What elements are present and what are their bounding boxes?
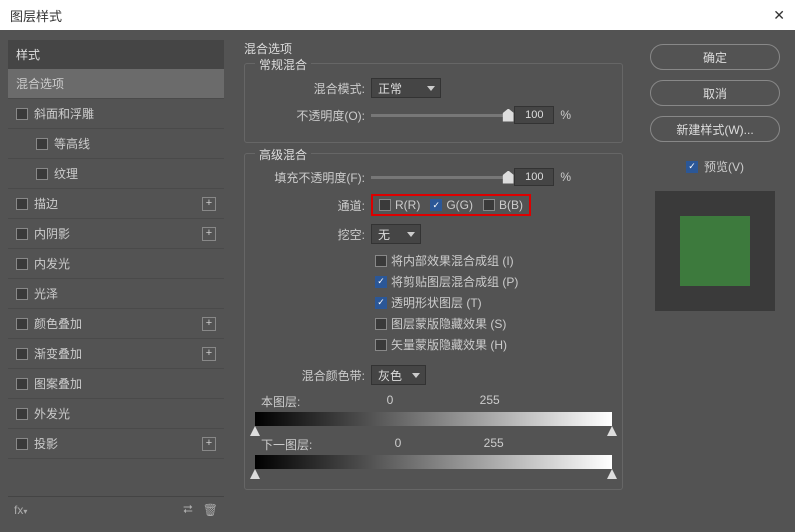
style-checkbox[interactable]: [16, 378, 28, 390]
style-checkbox[interactable]: [16, 198, 28, 210]
new-style-button[interactable]: 新建样式(W)...: [650, 116, 780, 142]
style-label: 斜面和浮雕: [34, 105, 94, 122]
trash-icon[interactable]: 🗑: [203, 503, 218, 517]
knockout-select[interactable]: 无: [371, 224, 421, 244]
sidebar: 样式 混合选项斜面和浮雕等高线纹理描边 + 内阴影 + 内发光光泽颜色叠加 + 渐变叠加 + 图…: [0, 30, 232, 532]
adv-opt-2[interactable]: 透明形状图层 (T): [375, 294, 612, 311]
ok-button[interactable]: 确定: [650, 44, 780, 70]
advanced-title: 高级混合: [255, 146, 311, 163]
style-label: 外发光: [34, 405, 70, 422]
general-blend-group: 常规混合 混合模式: 正常 不透明度(O): %: [244, 63, 623, 143]
add-icon[interactable]: +: [202, 437, 216, 451]
style-label: 混合选项: [16, 75, 64, 92]
advanced-options: 将内部效果混合成组 (I) 将剪贴图层混合成组 (P) 透明形状图层 (T) 图层蒙版…: [375, 252, 612, 353]
channel-label: 通道:: [255, 197, 365, 214]
fill-input[interactable]: [514, 168, 554, 186]
style-item-2[interactable]: 等高线: [8, 129, 224, 159]
blendif-label: 混合颜色带:: [255, 367, 365, 384]
preview-swatch-box: [655, 191, 775, 311]
fx-icon[interactable]: fx▾: [14, 503, 27, 517]
style-item-8[interactable]: 颜色叠加 +: [8, 309, 224, 339]
channel-highlight: R(R) G(G) B(B): [371, 194, 531, 216]
general-title: 常规混合: [255, 56, 311, 73]
style-checkbox[interactable]: [16, 108, 28, 120]
style-item-5[interactable]: 内阴影 +: [8, 219, 224, 249]
fill-slider[interactable]: [371, 176, 508, 179]
add-icon[interactable]: +: [202, 317, 216, 331]
style-checkbox[interactable]: [16, 318, 28, 330]
next-layer-label: 下一图层:: [261, 436, 312, 453]
this-layer-label: 本图层:: [261, 393, 300, 410]
sidebar-footer: fx▾ ⮂ 🗑: [8, 496, 224, 522]
blend-mode-select[interactable]: 正常: [371, 78, 441, 98]
cancel-button[interactable]: 取消: [650, 80, 780, 106]
style-label: 颜色叠加: [34, 315, 82, 332]
next-layer-gradient[interactable]: [255, 455, 612, 469]
style-item-7[interactable]: 光泽: [8, 279, 224, 309]
advanced-blend-group: 高级混合 填充不透明度(F): % 通道: R(R) G(G) B(B) 挖空:: [244, 153, 623, 490]
style-checkbox[interactable]: [36, 138, 48, 150]
style-list: 混合选项斜面和浮雕等高线纹理描边 + 内阴影 + 内发光光泽颜色叠加 + 渐变叠加 + 图案叠加…: [8, 69, 224, 496]
style-checkbox[interactable]: [16, 408, 28, 420]
close-icon[interactable]: ✕: [773, 7, 785, 24]
add-icon[interactable]: +: [202, 197, 216, 211]
this-layer-gradient[interactable]: [255, 412, 612, 426]
add-icon[interactable]: +: [202, 227, 216, 241]
style-item-10[interactable]: 图案叠加: [8, 369, 224, 399]
style-label: 投影: [34, 435, 58, 452]
style-label: 等高线: [54, 135, 90, 152]
style-label: 图案叠加: [34, 375, 82, 392]
style-label: 渐变叠加: [34, 345, 82, 362]
style-item-12[interactable]: 投影 +: [8, 429, 224, 459]
blend-mode-label: 混合模式:: [255, 80, 365, 97]
pct-label: %: [560, 108, 571, 122]
adv-opt-1[interactable]: 将剪贴图层混合成组 (P): [375, 273, 612, 290]
style-item-4[interactable]: 描边 +: [8, 189, 224, 219]
style-checkbox[interactable]: [36, 168, 48, 180]
opacity-slider[interactable]: [371, 114, 508, 117]
channel-g[interactable]: G(G): [430, 198, 473, 212]
style-checkbox[interactable]: [16, 348, 28, 360]
channel-b[interactable]: B(B): [483, 198, 523, 212]
arrow-up-down-icon[interactable]: ⮂: [183, 502, 193, 517]
titlebar: 图层样式 ✕: [0, 0, 795, 30]
style-label: 描边: [34, 195, 58, 212]
fill-opacity-label: 填充不透明度(F):: [255, 169, 365, 186]
knockout-label: 挖空:: [255, 226, 365, 243]
style-checkbox[interactable]: [16, 288, 28, 300]
style-label: 内发光: [34, 255, 70, 272]
adv-opt-3[interactable]: 图层蒙版隐藏效果 (S): [375, 315, 612, 332]
style-item-11[interactable]: 外发光: [8, 399, 224, 429]
style-label: 内阴影: [34, 225, 70, 242]
style-item-1[interactable]: 斜面和浮雕: [8, 99, 224, 129]
right-panel: 确定 取消 新建样式(W)... 预览(V): [635, 30, 795, 532]
style-checkbox[interactable]: [16, 258, 28, 270]
opacity-input[interactable]: [514, 106, 554, 124]
preview-swatch: [680, 216, 750, 286]
style-item-9[interactable]: 渐变叠加 +: [8, 339, 224, 369]
channel-r[interactable]: R(R): [379, 198, 420, 212]
add-icon[interactable]: +: [202, 347, 216, 361]
content-panel: 混合选项 常规混合 混合模式: 正常 不透明度(O): % 高级混合 填充不透明…: [232, 30, 635, 532]
style-checkbox[interactable]: [16, 228, 28, 240]
style-label: 纹理: [54, 165, 78, 182]
style-checkbox[interactable]: [16, 438, 28, 450]
panel-title: 混合选项: [244, 40, 623, 57]
styles-header: 样式: [8, 40, 224, 69]
preview-checkbox[interactable]: 预览(V): [686, 158, 744, 175]
adv-opt-4[interactable]: 矢量蒙版隐藏效果 (H): [375, 336, 612, 353]
opacity-label: 不透明度(O):: [255, 107, 365, 124]
style-item-6[interactable]: 内发光: [8, 249, 224, 279]
style-item-0[interactable]: 混合选项: [8, 69, 224, 99]
blendif-select[interactable]: 灰色: [371, 365, 426, 385]
window-title: 图层样式: [10, 6, 62, 25]
style-item-3[interactable]: 纹理: [8, 159, 224, 189]
adv-opt-0[interactable]: 将内部效果混合成组 (I): [375, 252, 612, 269]
style-label: 光泽: [34, 285, 58, 302]
